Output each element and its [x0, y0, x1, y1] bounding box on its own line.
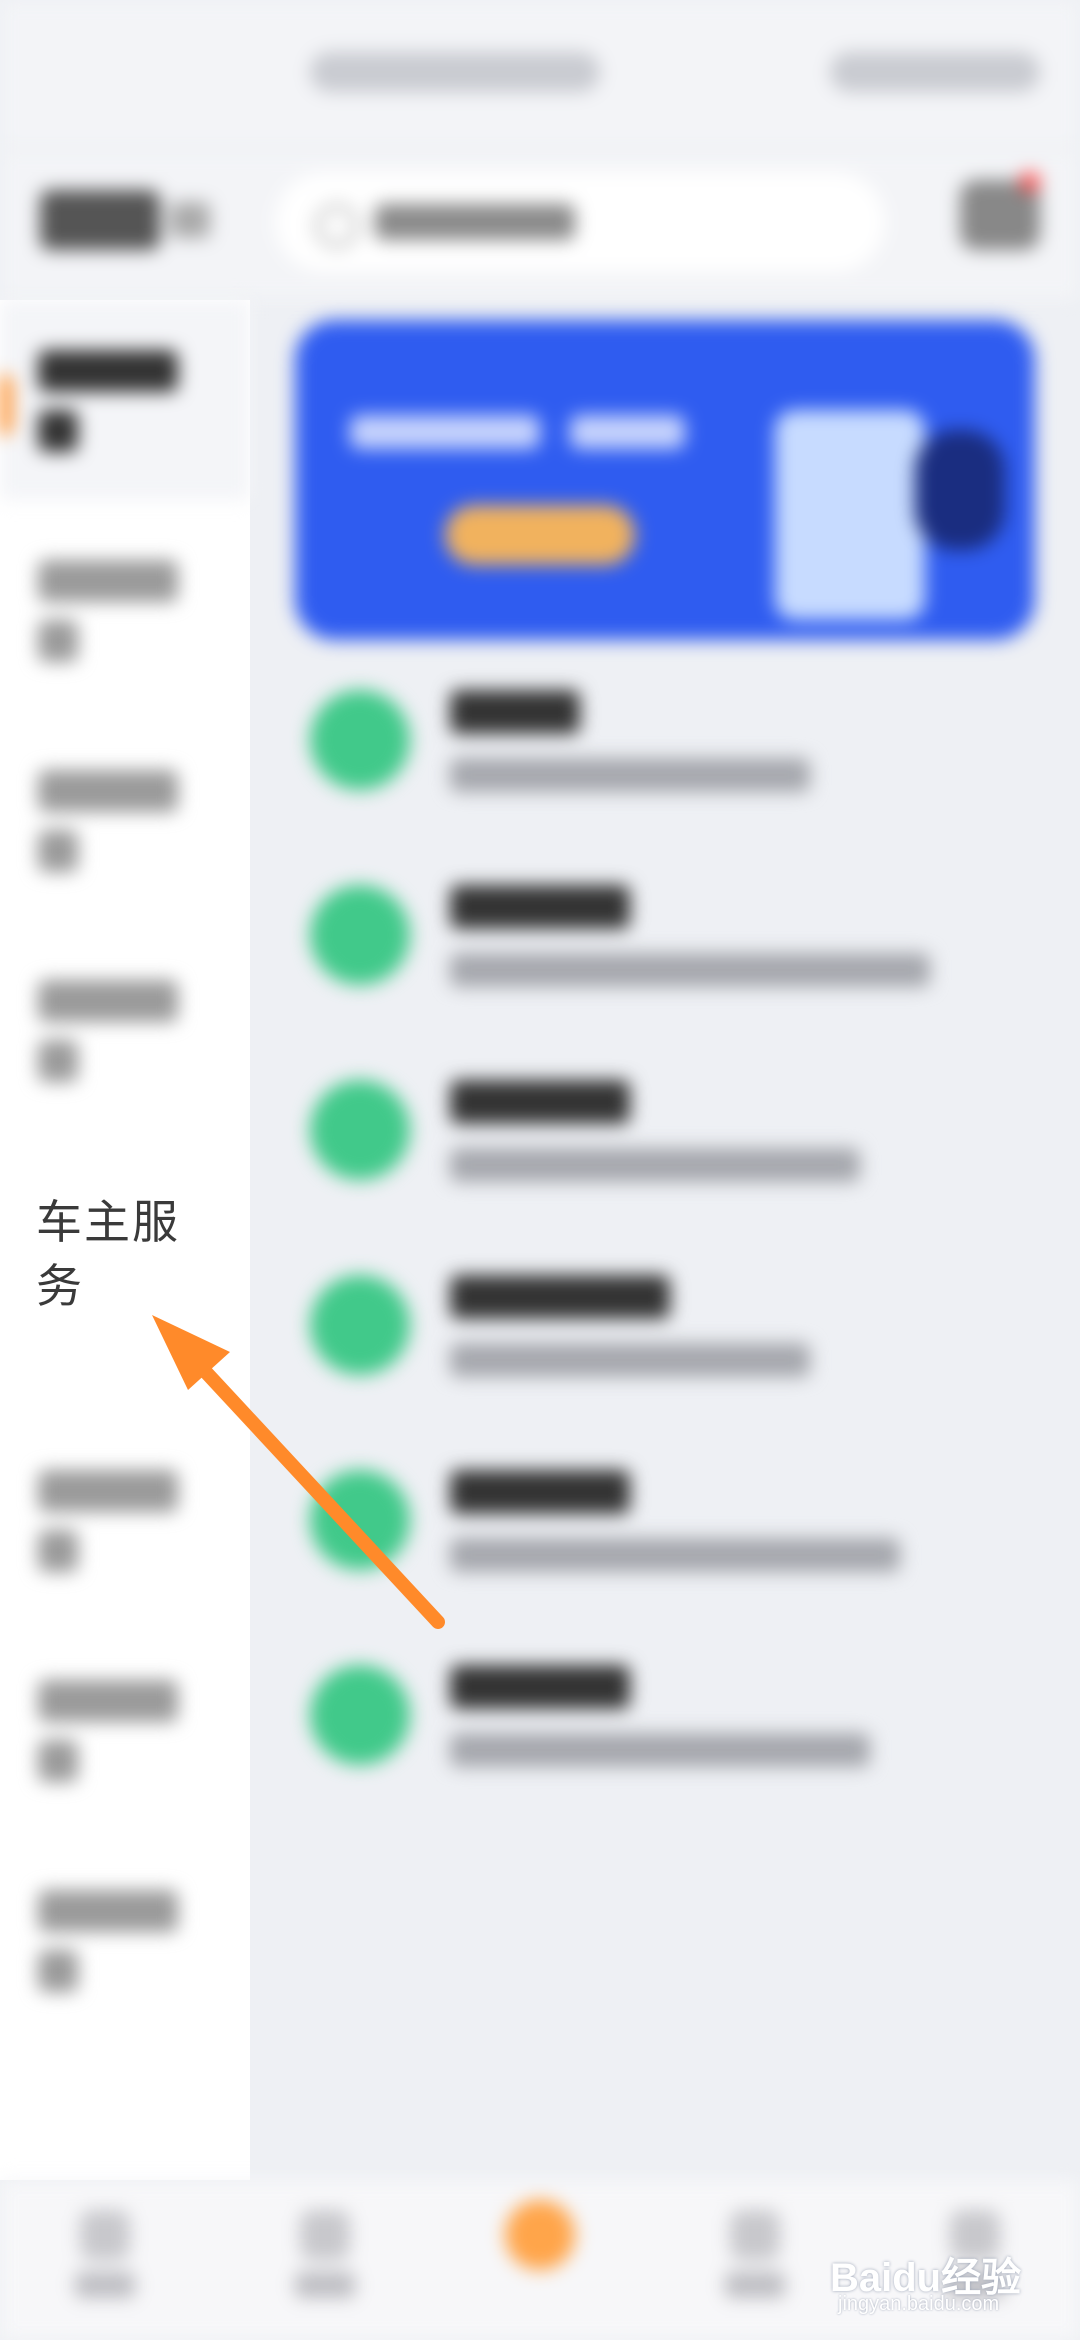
service-title — [450, 1080, 630, 1124]
selected-indicator — [0, 375, 12, 435]
sidebar-item[interactable] — [0, 1630, 250, 1830]
service-title — [450, 1275, 670, 1319]
service-title — [450, 1665, 630, 1709]
sidebar-item-text — [38, 350, 178, 392]
list-item[interactable] — [300, 660, 1060, 855]
banner-illustration — [775, 410, 925, 620]
service-icon — [310, 1080, 410, 1180]
service-title — [450, 1470, 630, 1514]
watermark: Baidu经验 jingyan.baidu.com — [830, 2245, 1070, 2325]
nav-tab[interactable] — [70, 2210, 140, 2310]
search-icon — [315, 204, 359, 248]
service-icon — [310, 1275, 410, 1375]
status-pill — [310, 52, 600, 92]
sidebar-item-text — [38, 1530, 78, 1572]
sidebar-item-label-line2: 务 — [36, 1259, 84, 1313]
search-input[interactable] — [275, 172, 885, 272]
status-indicators — [830, 52, 1040, 92]
nav-label — [295, 2272, 355, 2298]
list-item[interactable] — [300, 1440, 1060, 1635]
sidebar-item-car-owner-service[interactable]: 车主服 务 — [36, 1190, 206, 1318]
chevron-down-icon[interactable] — [170, 202, 210, 238]
nav-icon — [730, 2210, 780, 2260]
search-placeholder — [375, 204, 575, 240]
list-item[interactable] — [300, 1050, 1060, 1245]
sidebar-item-text — [38, 1470, 178, 1512]
nav-label — [725, 2272, 785, 2298]
list-item[interactable] — [300, 1245, 1060, 1440]
banner-text — [570, 415, 685, 449]
service-description — [450, 953, 930, 987]
sidebar-item-text — [38, 1040, 78, 1082]
sidebar-item-text — [38, 1890, 178, 1932]
nav-tab[interactable] — [720, 2210, 790, 2310]
sidebar-item-selected[interactable] — [0, 300, 250, 500]
watermark-url: jingyan.baidu.com — [838, 2293, 1000, 2315]
service-description — [450, 758, 810, 792]
service-icon — [310, 690, 410, 790]
banner-illustration — [915, 430, 1005, 550]
service-icon — [310, 1470, 410, 1570]
list-item[interactable] — [300, 855, 1060, 1050]
category-sidebar: 车主服 务 — [0, 300, 250, 2180]
service-icon — [310, 885, 410, 985]
banner-button[interactable] — [445, 505, 635, 565]
city-selector[interactable] — [40, 190, 160, 250]
sidebar-item-text — [38, 620, 78, 662]
sidebar-item-text — [38, 560, 178, 602]
sidebar-item-text — [38, 1950, 78, 1992]
promo-banner[interactable] — [295, 320, 1035, 640]
status-bar — [0, 0, 1080, 150]
service-description — [450, 1538, 900, 1572]
service-description — [450, 1148, 860, 1182]
nav-icon — [80, 2210, 130, 2260]
top-header — [0, 150, 1080, 300]
list-item[interactable] — [300, 1635, 1060, 1830]
sidebar-item-label: 车主服 — [36, 1195, 180, 1249]
nav-label — [75, 2272, 135, 2298]
banner-text — [350, 415, 540, 449]
nav-tab[interactable] — [290, 2210, 360, 2310]
sidebar-item-text — [38, 410, 78, 452]
sidebar-item[interactable] — [0, 1420, 250, 1620]
sidebar-item[interactable] — [0, 510, 250, 710]
sidebar-item-text — [38, 1680, 178, 1722]
sidebar-item-text — [38, 770, 178, 812]
nav-icon — [300, 2210, 350, 2260]
service-description — [450, 1733, 870, 1767]
service-title — [450, 885, 630, 929]
sidebar-item-text — [38, 1740, 78, 1782]
notification-dot — [1020, 172, 1040, 192]
sidebar-item[interactable] — [0, 720, 250, 920]
sidebar-item[interactable] — [0, 1840, 250, 2040]
sidebar-item-text — [38, 980, 178, 1022]
sidebar-item[interactable] — [0, 930, 250, 1130]
service-title — [450, 690, 580, 734]
sidebar-item-text — [38, 830, 78, 872]
service-list — [300, 660, 1060, 1810]
service-description — [450, 1343, 810, 1377]
nav-tab-center[interactable] — [505, 2200, 575, 2270]
service-icon — [310, 1665, 410, 1765]
